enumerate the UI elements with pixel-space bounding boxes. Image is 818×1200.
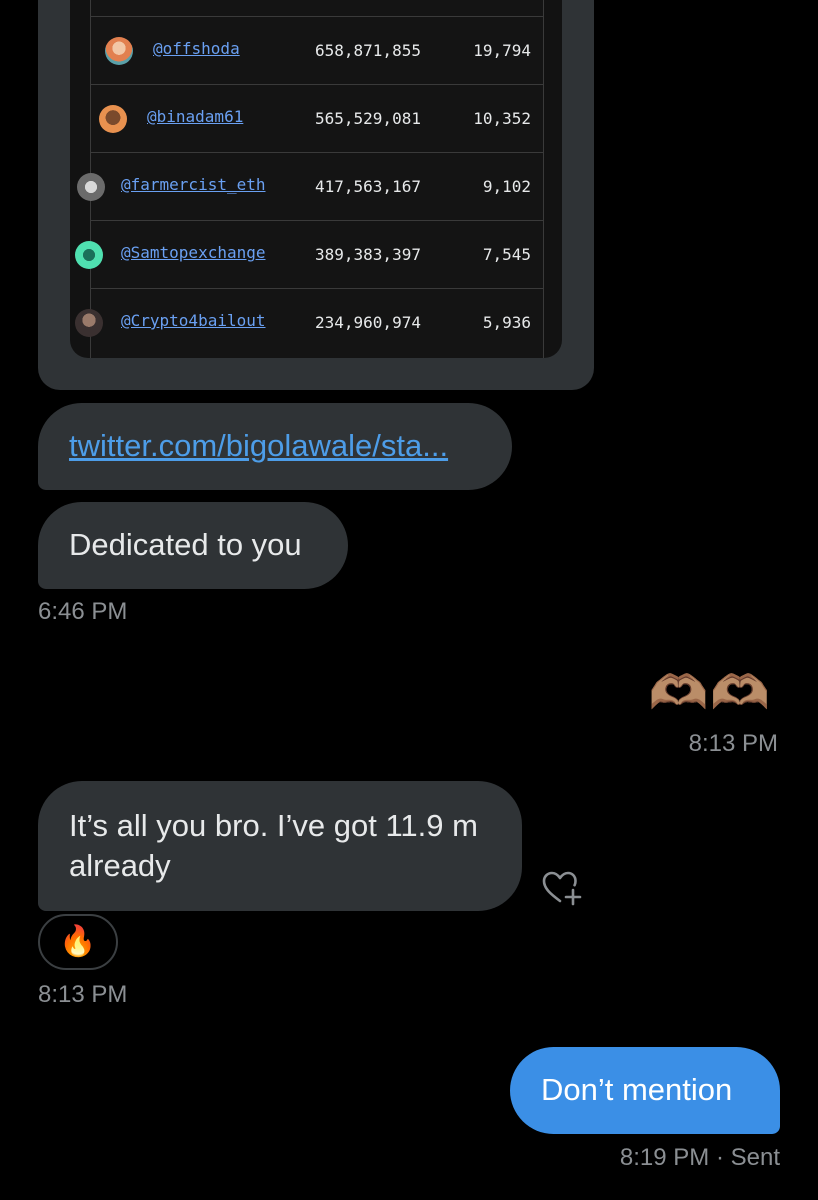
fire-reaction-icon: 🔥: [59, 925, 97, 958]
message-text: Don’t mention: [541, 1072, 733, 1107]
avatar: [75, 309, 103, 337]
count-value: 19,794: [473, 41, 531, 60]
message-timestamp: 8:19 PM: [619, 1144, 710, 1171]
avatar: [99, 105, 127, 133]
reaction-badge[interactable]: 🔥: [38, 914, 118, 970]
count-value: 7,545: [482, 245, 531, 264]
user-handle-link[interactable]: @farmercist_eth: [121, 175, 266, 194]
received-message-bubble[interactable]: It’s all you bro. I’ve got 11.9 m alread…: [38, 781, 522, 911]
table-row: @Samtopexchange 389,383,397 7,545: [75, 220, 543, 289]
user-handle-link[interactable]: @binadam61: [147, 107, 243, 126]
points-value: 417,563,167: [315, 177, 421, 196]
avatar: [105, 37, 133, 65]
message-status-line: 8:19 PM · Sent: [620, 1144, 780, 1172]
table-row: [91, 0, 543, 17]
user-handle-link[interactable]: @Samtopexchange: [121, 243, 266, 262]
message-timestamp: 8:13 PM: [38, 981, 128, 1008]
points-value: 565,529,081: [315, 109, 421, 128]
points-value: 389,383,397: [315, 245, 421, 264]
shared-image-card[interactable]: @offshoda 658,871,855 19,794 @binadam61 …: [38, 0, 594, 390]
sent-message-bubble[interactable]: Don’t mention: [510, 1047, 780, 1134]
message-timestamp: 8:13 PM: [688, 730, 778, 757]
points-value: 658,871,855: [315, 41, 421, 60]
table-row: @farmercist_eth 417,563,167 9,102: [77, 152, 543, 221]
tweet-link[interactable]: twitter.com/bigolawale/sta...: [69, 428, 448, 463]
user-handle-link[interactable]: @offshoda: [153, 39, 240, 58]
sent-status: · Sent: [715, 1144, 780, 1171]
message-timestamp: 6:46 PM: [38, 598, 128, 625]
count-value: 5,936: [482, 313, 531, 332]
user-handle-link[interactable]: @Crypto4bailout: [121, 311, 266, 330]
count-value: 10,352: [473, 109, 531, 128]
message-text: It’s all you bro. I’ve got 11.9 m alread…: [69, 808, 478, 883]
avatar: [77, 173, 105, 201]
link-message-bubble[interactable]: twitter.com/bigolawale/sta...: [38, 403, 512, 490]
dm-conversation: @offshoda 658,871,855 19,794 @binadam61 …: [0, 0, 818, 1200]
table-row: @offshoda 658,871,855 19,794: [91, 16, 543, 85]
table-row: @Crypto4bailout 234,960,974 5,936: [75, 288, 543, 356]
count-value: 9,102: [482, 177, 531, 196]
leaderboard-image: @offshoda 658,871,855 19,794 @binadam61 …: [70, 0, 562, 358]
points-value: 234,960,974: [315, 313, 421, 332]
emoji-message[interactable]: 🫶🏽🫶🏽: [648, 664, 772, 721]
leaderboard-table: @offshoda 658,871,855 19,794 @binadam61 …: [75, 0, 544, 358]
table-row: @binadam61 565,529,081 10,352: [91, 84, 543, 153]
message-text: Dedicated to you: [69, 527, 302, 562]
heart-plus-icon[interactable]: [540, 868, 584, 908]
received-message-bubble[interactable]: Dedicated to you: [38, 502, 348, 589]
avatar: [75, 241, 103, 269]
